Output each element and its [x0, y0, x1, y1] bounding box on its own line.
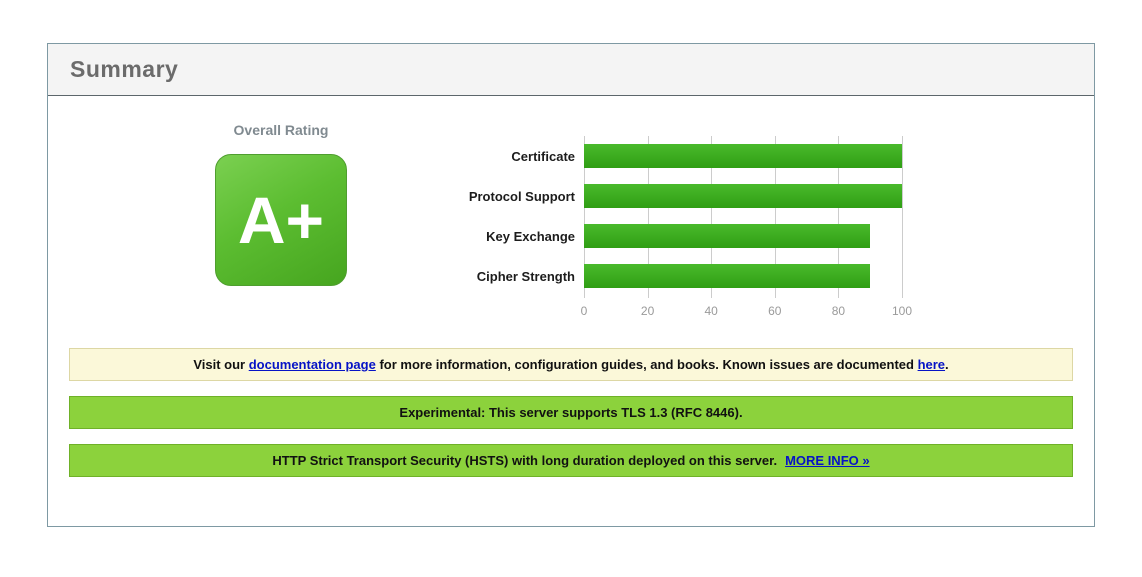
x-tick-label: 40	[705, 304, 718, 318]
rating-chart-body: CertificateProtocol SupportKey ExchangeC…	[424, 136, 902, 318]
chart-gridline	[902, 136, 903, 298]
tls13-banner: Experimental: This server supports TLS 1…	[69, 396, 1073, 429]
chart-bar-row	[584, 216, 902, 256]
x-tick-label: 20	[641, 304, 654, 318]
rating-bar	[584, 264, 870, 288]
tls13-banner-text: Experimental: This server supports TLS 1…	[399, 405, 742, 420]
rating-bar	[584, 144, 902, 168]
doc-banner-text-mid: for more information, configuration guid…	[376, 357, 918, 372]
chart-plot-area: 020406080100	[584, 136, 902, 318]
x-tick-label: 100	[892, 304, 912, 318]
rating-bar	[584, 184, 902, 208]
rating-chart: CertificateProtocol SupportKey ExchangeC…	[424, 136, 902, 318]
known-issues-link[interactable]: here	[918, 357, 945, 372]
overall-rating-label: Overall Rating	[148, 122, 414, 138]
chart-bar-row	[584, 256, 902, 296]
hsts-banner-text: HTTP Strict Transport Security (HSTS) wi…	[272, 453, 777, 468]
summary-content: Overall Rating A+ CertificateProtocol Su…	[48, 96, 1094, 348]
chart-category-label: Key Exchange	[424, 216, 584, 256]
overall-rating-section: Overall Rating A+	[148, 122, 414, 318]
documentation-banner: Visit our documentation page for more in…	[69, 348, 1073, 381]
panel-header: Summary	[48, 44, 1094, 96]
x-tick-label: 80	[832, 304, 845, 318]
doc-banner-text-before: Visit our	[193, 357, 248, 372]
grade-badge: A+	[215, 154, 347, 286]
doc-banner-text-after: .	[945, 357, 949, 372]
chart-category-label: Cipher Strength	[424, 256, 584, 296]
chart-category-labels: CertificateProtocol SupportKey ExchangeC…	[424, 136, 584, 318]
chart-bar-row	[584, 136, 902, 176]
hsts-more-info-link[interactable]: MORE INFO »	[785, 453, 870, 468]
hsts-banner: HTTP Strict Transport Security (HSTS) wi…	[69, 444, 1073, 477]
documentation-page-link[interactable]: documentation page	[249, 357, 376, 372]
chart-bar-row	[584, 176, 902, 216]
x-tick-label: 0	[581, 304, 588, 318]
chart-category-label: Certificate	[424, 136, 584, 176]
summary-panel: Summary Overall Rating A+ CertificatePro…	[47, 43, 1095, 527]
chart-x-axis: 020406080100	[584, 298, 902, 318]
rating-bar	[584, 224, 870, 248]
x-tick-label: 60	[768, 304, 781, 318]
page-title: Summary	[70, 56, 1072, 83]
chart-plot	[584, 136, 902, 298]
chart-category-label: Protocol Support	[424, 176, 584, 216]
